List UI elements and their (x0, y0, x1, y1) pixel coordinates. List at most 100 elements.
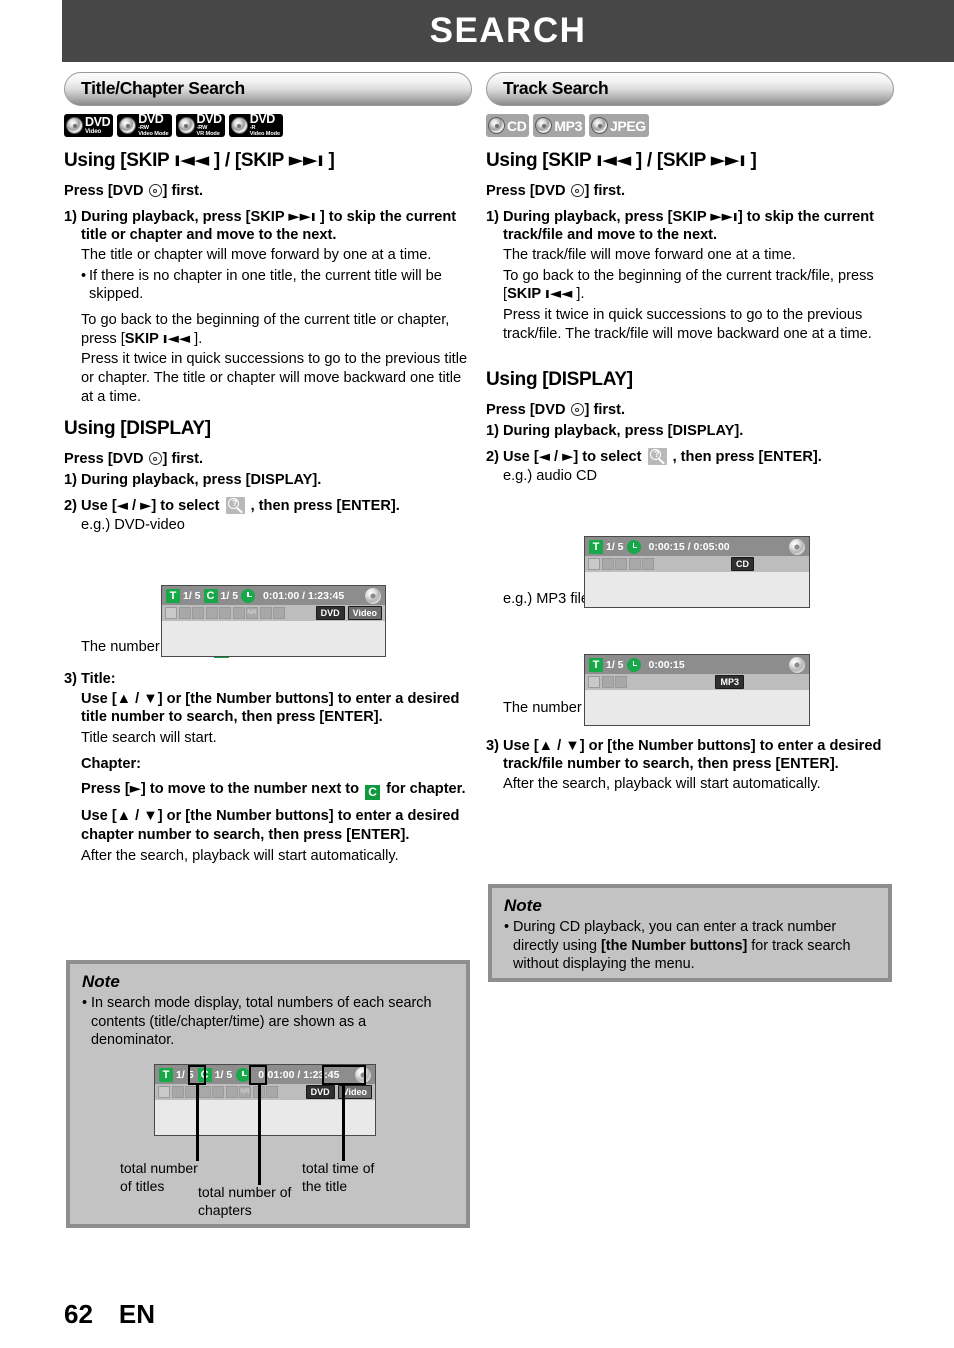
search-icon (588, 558, 600, 570)
step-number: 2) (486, 448, 499, 465)
badge-mp3: MP3 (533, 114, 586, 137)
section-header-label: Title/Chapter Search (81, 77, 245, 98)
dvd-button-icon (570, 184, 584, 197)
left-note-box: Note • In search mode display, total num… (66, 960, 470, 1228)
marker-icon (628, 558, 641, 570)
skip-back-icon: ı◄◄ (596, 149, 631, 171)
badge-main-label: DVD (249, 112, 276, 127)
right-disc-badges: CD MP3 JPEG (486, 114, 896, 137)
search-icon (588, 676, 600, 688)
badge-main-label: DVD (85, 115, 111, 130)
nr-icon: NR (239, 1086, 251, 1098)
badge-main-label: DVD (138, 112, 164, 127)
right-step3-plain: After the search, playback will start au… (503, 776, 821, 793)
note-text: During CD playback, you can enter a trac… (513, 919, 851, 973)
press-dvd-first-2: Press [DVD ] first. (486, 402, 626, 419)
press-dvd-first: Press [DVD ] first. (64, 183, 204, 199)
disc-icon (591, 117, 609, 134)
title-tag-icon: T (159, 1067, 173, 1082)
left-step3-chapter-plain: After the search, playback will start au… (81, 847, 399, 864)
disc-icon (177, 117, 195, 134)
disc-status-icon (789, 538, 805, 555)
title-number-prefix: 1/ (176, 1068, 185, 1081)
note-text: In search mode display, total numbers of… (91, 995, 432, 1049)
title-tag-icon: T (166, 588, 180, 603)
surround-icon (642, 558, 654, 570)
badge-main-label: MP3 (554, 117, 583, 134)
step-number: 1) (64, 472, 77, 489)
left-step3-chapter-label: Chapter: (81, 755, 141, 772)
skip-back-icon: ı◄◄ (544, 285, 573, 303)
track-number: 1/ 5 (606, 540, 624, 553)
format-tag-dvd: DVD (305, 1085, 335, 1099)
right-para-twice: Press it twice in quick successions to g… (503, 307, 872, 342)
step-number: 3) (64, 671, 77, 688)
osd-icon-row: CD (585, 556, 809, 572)
right-note-box: Note • During CD playback, you can enter… (488, 884, 892, 982)
format-tag-mp3: MP3 (715, 675, 744, 689)
badge-sub2-label: VR Mode (196, 131, 220, 138)
step-number: 1) (486, 208, 499, 225)
left-step-1: 1) During playback, press [SKIP ►►ı ] to… (64, 208, 474, 245)
section-header-label: Track Search (503, 77, 609, 98)
repeat-icon (601, 676, 614, 688)
page-banner: SEARCH (62, 0, 954, 62)
page-language: EN (118, 1299, 156, 1329)
callout-total-titles: total number of titles (120, 1160, 198, 1194)
badge-dvd-rw-video-mode: DVD -RW Video Mode (117, 112, 172, 137)
left-step3-title-plain: Title search will start. (81, 730, 217, 747)
leader-line-chapters (258, 1085, 261, 1185)
step-text: Use [◄ / ►] to select ? , then press [EN… (81, 496, 400, 514)
angle-icon (198, 1086, 211, 1098)
angle-icon (205, 607, 218, 619)
title-tag-icon: T (589, 657, 603, 672)
step-text: Use [◄ / ►] to select ? , then press [EN… (503, 447, 822, 465)
left-eg-label: e.g.) DVD-video (81, 517, 185, 534)
step-text: During playback, press [DISPLAY]. (503, 423, 744, 440)
dvd-button-icon (570, 403, 584, 417)
format-tag-cd: CD (731, 557, 754, 571)
osd-empty-body (585, 572, 809, 607)
step-number: 2) (64, 497, 77, 514)
osd-empty-body (162, 621, 385, 656)
press-dvd-first: Press [DVD ] first. (486, 183, 626, 199)
format-tag-dvd: DVD (315, 606, 345, 620)
time-display: 0:00:15 (648, 658, 685, 671)
leader-line-time (342, 1085, 345, 1161)
skip-forward-icon: ►►ı (710, 149, 746, 171)
heading-using-display: Using [DISPLAY] (486, 369, 633, 391)
left-para-twice: Press it twice in quick successions to g… (81, 351, 468, 405)
step-number: 1) (486, 423, 499, 440)
marker-icon (225, 1086, 238, 1098)
chapter-tag-icon: C (203, 588, 218, 603)
osd-empty-body (585, 690, 809, 725)
right-display-step-1: 1) During playback, press [DISPLAY]. (486, 422, 896, 441)
heading-using-skip: Using [SKIP ı◄◄ ] / [SKIP ►►ı ] (486, 149, 757, 171)
left-step1-note: The title or chapter will move forward b… (81, 247, 432, 264)
note-title: Note (504, 896, 542, 915)
repeat-icon (219, 607, 231, 619)
time-display: 0:00:15 / 0:05:00 (648, 540, 730, 553)
chapter-number: 1/ 5 (220, 589, 239, 602)
left-column: Title/Chapter Search DVD Video DVD -RW V… (64, 72, 474, 867)
callout-total-time: total time of the title (302, 1160, 375, 1194)
surround-icon (266, 1086, 278, 1098)
highlight-total-titles (188, 1065, 206, 1085)
callout-total-chapters: total number of chapters (198, 1184, 292, 1218)
left-step1-bullet: • If there is no chapter in one title, t… (64, 267, 474, 304)
osd-status-row: T 1/ 5 0:00:15 (585, 655, 809, 674)
skip-forward-icon: ►►ı (710, 207, 738, 225)
note-title: Note (82, 972, 120, 991)
badge-main-label: DVD (196, 112, 223, 127)
badge-sub2-label: Video Mode (249, 131, 280, 138)
press-dvd-first-2: Press [DVD ] first. (64, 451, 204, 468)
note-body: • During CD playback, you can enter a tr… (504, 918, 874, 974)
clock-icon (626, 657, 641, 672)
bullet-dot: • (82, 995, 88, 1011)
skip-forward-icon: ►►ı (288, 207, 316, 225)
left-arrow-icon: ◄ (116, 496, 128, 514)
disc-status-icon (365, 587, 381, 604)
right-step-1: 1) During playback, press [SKIP ►►ı] to … (486, 208, 896, 245)
disc-icon (488, 117, 505, 134)
osd-icon-row: NR DVD Video (162, 605, 385, 621)
